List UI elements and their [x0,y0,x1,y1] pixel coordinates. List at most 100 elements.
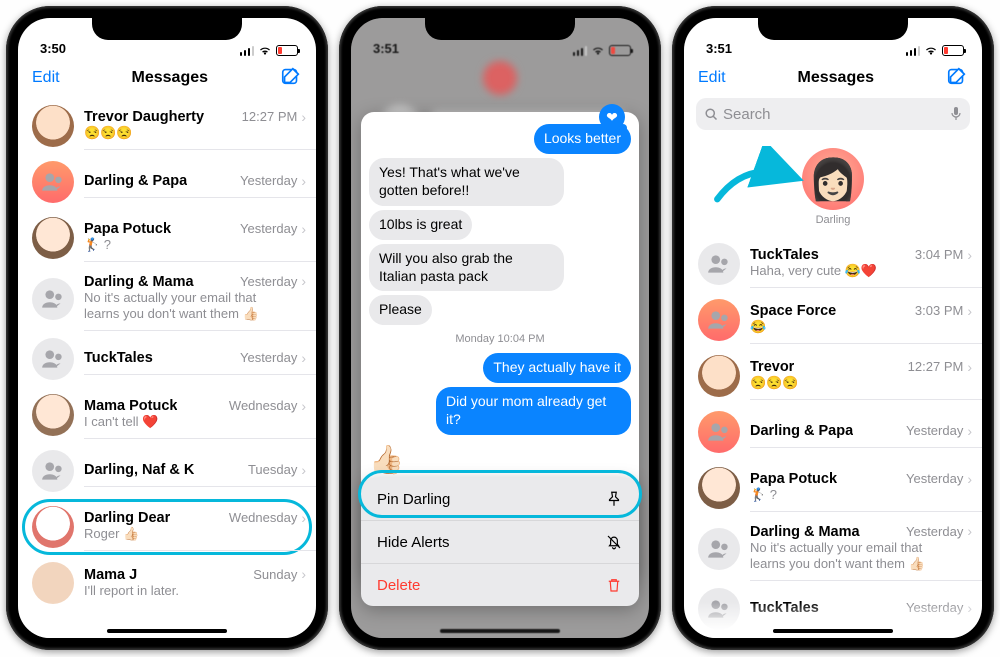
conversation-preview: 😒😒😒 [750,375,950,391]
pinned-area: 👩🏻 Darling [684,138,982,236]
conversation-time: Yesterday [906,423,963,438]
search-input[interactable]: Search [696,98,970,130]
conversation-row[interactable]: Darling, Naf & KTuesday› [18,443,316,499]
conversation-row[interactable]: TuckTales3:04 PM›Haha, very cute 😂❤️ [684,236,982,292]
phone-frame-3: 3:51 Edit Messages Search [672,6,994,650]
conversation-preview: 😂 [750,319,950,335]
conversation-time: Yesterday [906,471,963,486]
tutorial-arrow-icon [710,146,810,216]
avatar [32,105,74,147]
chevron-right-icon: › [967,423,972,439]
menu-label: Delete [377,577,420,594]
conversation-row[interactable]: Darling & PapaYesterday› [684,404,982,460]
conversation-row[interactable]: Space Force3:03 PM›😂 [684,292,982,348]
conversation-preview: No it's actually your email that learns … [750,540,955,573]
chevron-right-icon: › [301,173,306,189]
conversation-preview: No it's actually your email that learns … [84,290,289,323]
chevron-right-icon: › [967,359,972,375]
conversation-time: Sunday [253,567,297,582]
conversation-row[interactable]: Trevor12:27 PM›😒😒😒 [684,348,982,404]
message-bubble-received: 10lbs is great [369,210,472,240]
bell-slash-icon [605,533,623,551]
group-avatar [32,450,74,492]
chevron-right-icon: › [967,303,972,319]
conversation-list[interactable]: Trevor Daugherty12:27 PM›😒😒😒Darling & Pa… [18,98,316,611]
conversation-time: Wednesday [229,510,297,525]
compose-button[interactable] [280,65,302,92]
conversation-row[interactable]: Trevor Daugherty12:27 PM›😒😒😒 [18,98,316,154]
conversation-name: TuckTales [84,350,153,366]
tapback-heart-icon: ❤ [599,104,625,130]
home-indicator[interactable] [107,629,227,633]
conversation-time: Yesterday [240,350,297,365]
group-avatar [32,161,74,203]
group-avatar [32,278,74,320]
home-indicator[interactable] [440,629,560,633]
notch [92,18,242,40]
chevron-right-icon: › [301,398,306,414]
group-avatar [698,243,740,285]
pinned-contact[interactable]: 👩🏻 Darling [802,148,864,226]
conversation-name: TuckTales [750,247,819,263]
conversation-row[interactable]: Darling & MamaYesterday›No it's actually… [684,516,982,581]
cellular-icon [240,45,255,56]
conversation-name: Darling & Papa [84,173,187,189]
message-bubble-sent: They actually have it [483,353,631,383]
nav-bar: Edit Messages [18,58,316,98]
avatar [698,467,740,509]
edit-button[interactable]: Edit [698,69,726,87]
conversation-row[interactable]: Mama JSunday›I'll report in later. [18,555,316,611]
avatar [32,217,74,259]
notch [758,18,908,40]
conversation-row[interactable]: TuckTalesYesterday› [18,331,316,387]
menu-hide-alerts-button[interactable]: Hide Alerts [361,521,639,564]
page-title: Messages [132,69,209,87]
search-placeholder: Search [723,106,946,123]
group-avatar [698,411,740,453]
conversation-name: Darling Dear [84,510,170,526]
notch [425,18,575,40]
conversation-list[interactable]: TuckTales3:04 PM›Haha, very cute 😂❤️Spac… [684,236,982,637]
conversation-row[interactable]: Darling DearWednesday›Roger 👍🏻 [18,499,316,555]
conversation-name: Mama J [84,567,137,583]
conversation-preview: Haha, very cute 😂❤️ [750,263,950,279]
menu-delete-button[interactable]: Delete [361,564,639,606]
conversation-row[interactable]: Papa PotuckYesterday›🏌️ ? [18,210,316,266]
conversation-name: Trevor Daugherty [84,109,204,125]
pin-icon [605,490,623,508]
cellular-icon [573,45,588,56]
screen-2: 3:51 ❤ Looks better Yes! That's what we'… [351,18,649,638]
conversation-time: 12:27 PM [242,109,298,124]
conversation-time: Yesterday [240,274,297,289]
screen-1: 3:50 Edit Messages Trevor Daugherty12:27… [18,18,316,638]
conversation-time: Yesterday [240,173,297,188]
chevron-right-icon: › [301,510,306,526]
tapback-thumbs-icon: 👍🏻 [369,443,404,476]
compose-icon [946,65,968,87]
nav-bar: Edit Messages [684,58,982,98]
conversation-preview: I can't tell ❤️ [84,414,284,430]
conversation-time: Wednesday [229,398,297,413]
compose-icon [280,65,302,87]
conversation-time: Yesterday [240,221,297,236]
conversation-row[interactable]: Darling & Papa Yesterday › [18,154,316,210]
dictation-icon [950,106,962,122]
page-title: Messages [798,69,875,87]
avatar [32,394,74,436]
status-time: 3:51 [706,41,732,56]
menu-pin-button[interactable]: Pin Darling [361,478,639,521]
wifi-icon [924,45,938,56]
group-avatar [32,338,74,380]
conversation-row[interactable]: Mama PotuckWednesday›I can't tell ❤️ [18,387,316,443]
edit-button[interactable]: Edit [32,69,60,87]
compose-button[interactable] [946,65,968,92]
message-bubble-received: Will you also grab the Italian pasta pac… [369,244,564,292]
conversation-time: 3:04 PM [915,247,963,262]
avatar [32,562,74,604]
conversation-row[interactable]: Darling & MamaYesterday›No it's actually… [18,266,316,331]
avatar [698,355,740,397]
pinned-label: Darling [816,214,851,226]
home-indicator[interactable] [773,629,893,633]
conversation-row[interactable]: Papa PotuckYesterday›🏌️ ? [684,460,982,516]
conversation-preview: 🏌️ ? [750,487,950,503]
